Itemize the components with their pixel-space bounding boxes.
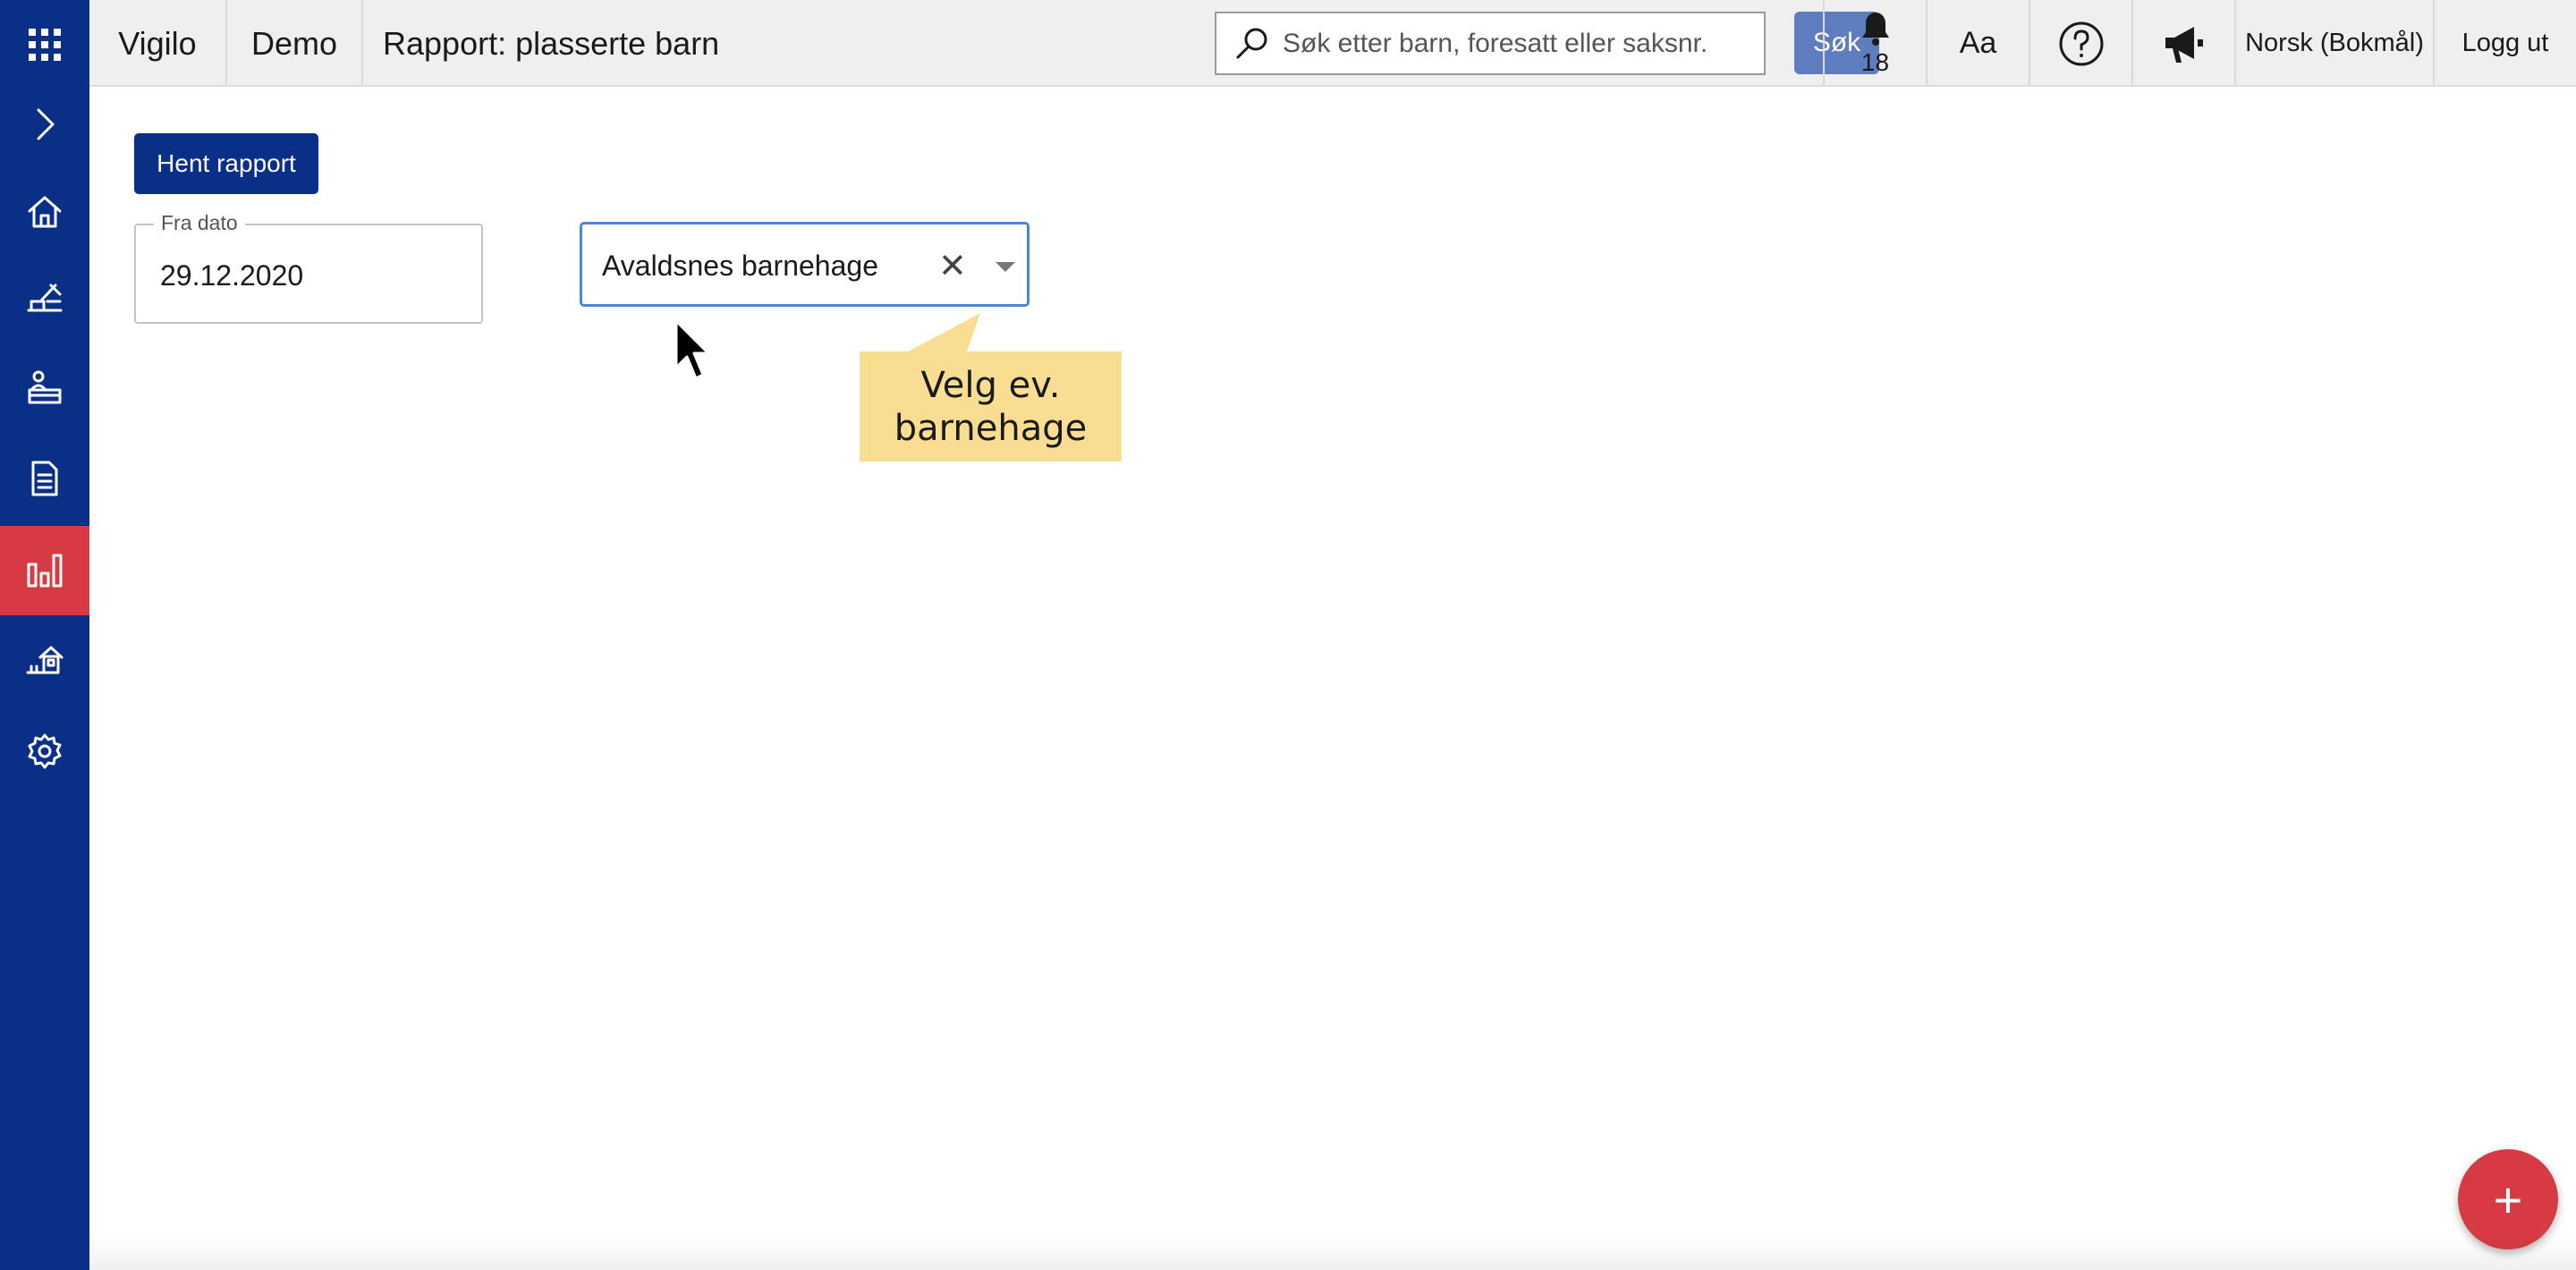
from-date-label: Fra dato <box>154 211 245 235</box>
top-bar: Vigilo Demo Rapport: plasserte barn Søk … <box>89 0 2576 87</box>
house-icon[interactable] <box>0 614 89 703</box>
bell-icon <box>1861 12 1889 46</box>
tooltip-pointer <box>903 313 980 354</box>
gear-icon[interactable] <box>0 707 89 796</box>
search-icon <box>1236 28 1267 58</box>
bottom-shadow <box>89 1234 2576 1270</box>
notifications-button[interactable]: 18 <box>1825 0 1928 87</box>
plus-icon: + <box>2493 1171 2523 1228</box>
notifications-count: 18 <box>1860 47 1890 76</box>
brand-label: Vigilo <box>118 24 197 62</box>
from-date-field[interactable]: Fra dato 29.12.2020 <box>134 211 483 324</box>
document-icon[interactable] <box>0 434 89 523</box>
brand-link[interactable]: Vigilo <box>89 0 227 87</box>
help-button[interactable] <box>2030 0 2133 87</box>
font-size-button[interactable]: Aa <box>1928 0 2030 87</box>
chevron-down-icon[interactable] <box>996 262 1015 272</box>
demo-link[interactable]: Demo <box>227 0 363 87</box>
clear-selection-icon[interactable]: ✕ <box>938 246 967 286</box>
from-date-value: 29.12.2020 <box>160 259 304 292</box>
search-field[interactable] <box>1283 28 1748 59</box>
font-size-label: Aa <box>1959 26 1997 60</box>
mouse-cursor-icon <box>674 319 710 380</box>
help-icon <box>2059 21 2103 65</box>
classroom-icon[interactable] <box>0 343 89 432</box>
page-title-text: Rapport: plasserte barn <box>383 24 720 62</box>
chevron-right-icon[interactable] <box>0 80 89 169</box>
sandbox-icon[interactable] <box>0 252 89 342</box>
kindergarten-select-value: Avaldsnes barnehage <box>602 250 878 282</box>
search-input[interactable] <box>1215 12 1766 75</box>
hint-tooltip-text: Velg ev. barnehage <box>894 364 1088 449</box>
fetch-report-button[interactable]: Hent rapport <box>134 133 318 194</box>
demo-label: Demo <box>250 24 338 62</box>
logout-button[interactable]: Logg ut <box>2435 0 2576 87</box>
language-selector[interactable]: Norsk (Bokmål) <box>2236 0 2435 87</box>
home-icon[interactable] <box>0 167 89 257</box>
hint-tooltip: Velg ev. barnehage <box>860 351 1122 461</box>
megaphone-icon <box>2165 26 2203 63</box>
logout-label: Logg ut <box>2462 29 2549 57</box>
bar-chart-icon[interactable] <box>0 526 89 615</box>
announcements-button[interactable] <box>2133 0 2236 87</box>
language-label: Norsk (Bokmål) <box>2245 29 2424 57</box>
apps-grid-icon[interactable] <box>0 0 89 89</box>
sidebar <box>0 0 89 1270</box>
page-title: Rapport: plasserte barn <box>363 0 1197 87</box>
kindergarten-select[interactable]: Avaldsnes barnehage ✕ <box>580 222 1030 307</box>
